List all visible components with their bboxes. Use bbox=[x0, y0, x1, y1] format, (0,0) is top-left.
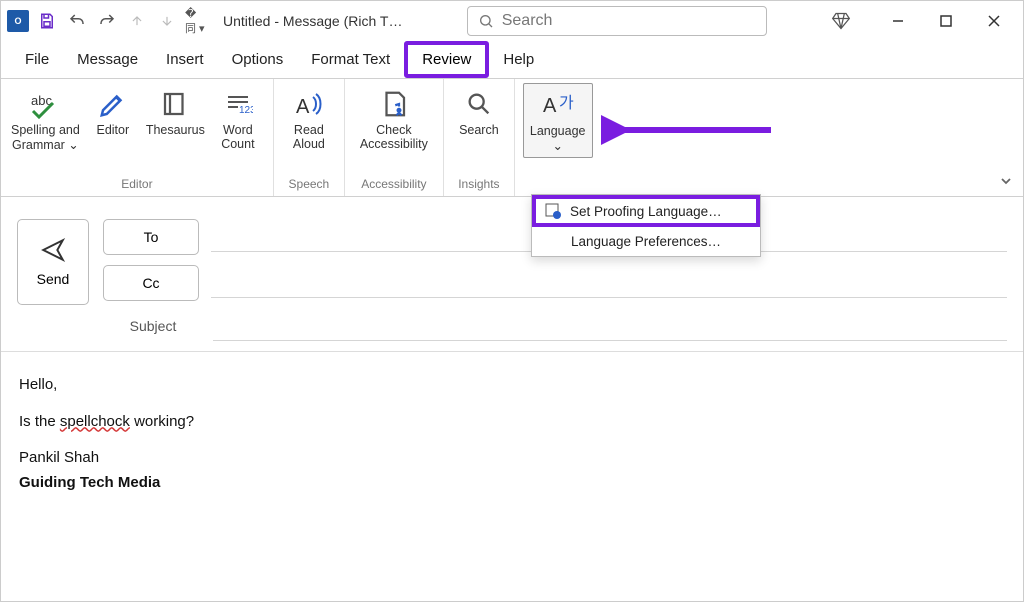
ribbon-group-language: A가 Language ⌄ bbox=[515, 79, 601, 196]
subject-input[interactable] bbox=[213, 311, 1007, 341]
to-button[interactable]: To bbox=[103, 219, 199, 255]
subject-label: Subject bbox=[105, 318, 201, 334]
body-signature-name: Pankil Shah bbox=[19, 447, 1005, 470]
cc-line: Cc bbox=[103, 265, 1007, 301]
language-preferences-label: Language Preferences… bbox=[571, 234, 721, 249]
undo-icon[interactable] bbox=[65, 9, 89, 33]
down-arrow-icon[interactable] bbox=[155, 9, 179, 33]
spelling-grammar-button[interactable]: abc Spelling and Grammar ⌄ bbox=[9, 83, 82, 156]
read-aloud-button[interactable]: A Read Aloud bbox=[282, 83, 336, 155]
tab-format-text[interactable]: Format Text bbox=[297, 45, 404, 74]
thesaurus-button[interactable]: Thesaurus bbox=[144, 83, 207, 141]
body-line-2b: working? bbox=[130, 413, 194, 430]
body-line-2: Is the spellchock working? bbox=[19, 411, 1005, 434]
svg-text:123: 123 bbox=[239, 105, 253, 116]
review-ribbon: abc Spelling and Grammar ⌄ Editor Thesau… bbox=[1, 79, 1023, 197]
titlebar: O �同 ▾ Untitled - Message (Rich T… Searc… bbox=[1, 1, 1023, 41]
tab-file[interactable]: File bbox=[11, 45, 63, 74]
spelling-icon: abc bbox=[27, 87, 63, 121]
tab-review[interactable]: Review bbox=[404, 41, 489, 78]
collapse-ribbon-icon[interactable] bbox=[999, 174, 1013, 188]
svg-text:가: 가 bbox=[559, 94, 574, 112]
language-label: Language ⌄ bbox=[530, 124, 586, 153]
word-count-button[interactable]: 123 Word Count bbox=[211, 83, 265, 155]
maximize-button[interactable] bbox=[931, 6, 961, 36]
svg-text:A: A bbox=[543, 95, 557, 117]
search-box[interactable]: Search bbox=[467, 6, 767, 36]
subject-line: Subject bbox=[103, 311, 1007, 341]
search-placeholder: Search bbox=[502, 12, 553, 30]
send-label: Send bbox=[37, 271, 70, 287]
ribbon-group-accessibility-label: Accessibility bbox=[361, 175, 426, 194]
send-icon bbox=[40, 237, 66, 263]
ribbon-group-insights: Search Insights bbox=[444, 79, 515, 196]
word-count-icon: 123 bbox=[223, 87, 253, 121]
tab-options[interactable]: Options bbox=[218, 45, 298, 74]
redo-icon[interactable] bbox=[95, 9, 119, 33]
check-accessibility-label: Check Accessibility bbox=[360, 123, 428, 151]
premium-diamond-icon[interactable] bbox=[831, 11, 851, 31]
ribbon-group-accessibility: Check Accessibility Accessibility bbox=[345, 79, 444, 196]
svg-text:A: A bbox=[296, 96, 310, 118]
window-title: Untitled - Message (Rich T… bbox=[223, 13, 402, 29]
up-arrow-icon[interactable] bbox=[125, 9, 149, 33]
read-aloud-label: Read Aloud bbox=[293, 123, 325, 151]
editor-icon bbox=[98, 87, 128, 121]
ribbon-group-editor-label: Editor bbox=[121, 175, 152, 194]
ribbon-group-language-label bbox=[556, 175, 559, 194]
search-button[interactable]: Search bbox=[452, 83, 506, 141]
thesaurus-icon bbox=[160, 87, 190, 121]
body-line-2a: Is the bbox=[19, 413, 60, 430]
save-icon[interactable] bbox=[35, 9, 59, 33]
ribbon-group-editor: abc Spelling and Grammar ⌄ Editor Thesau… bbox=[1, 79, 274, 196]
language-icon: A가 bbox=[541, 88, 575, 122]
spelling-grammar-label: Spelling and Grammar ⌄ bbox=[11, 123, 80, 152]
ribbon-group-speech-label: Speech bbox=[289, 175, 330, 194]
ribbon-group-speech: A Read Aloud Speech bbox=[274, 79, 345, 196]
cc-button[interactable]: Cc bbox=[103, 265, 199, 301]
search-ribbon-label: Search bbox=[459, 123, 499, 137]
editor-label: Editor bbox=[96, 123, 129, 137]
send-button[interactable]: Send bbox=[17, 219, 89, 305]
window-controls bbox=[883, 6, 1009, 36]
language-button[interactable]: A가 Language ⌄ bbox=[523, 83, 593, 158]
set-proofing-language-item[interactable]: Set Proofing Language… bbox=[532, 195, 760, 227]
qa-customize-icon[interactable]: �同 ▾ bbox=[185, 9, 209, 33]
set-proofing-language-label: Set Proofing Language… bbox=[570, 204, 722, 219]
language-preferences-item[interactable]: Language Preferences… bbox=[532, 227, 760, 256]
tab-help[interactable]: Help bbox=[489, 45, 548, 74]
word-count-label: Word Count bbox=[221, 123, 254, 151]
search-ribbon-icon bbox=[465, 87, 493, 121]
ribbon-tabs: File Message Insert Options Format Text … bbox=[1, 41, 1023, 79]
accessibility-icon bbox=[379, 87, 409, 121]
search-icon bbox=[478, 13, 494, 29]
check-accessibility-button[interactable]: Check Accessibility bbox=[353, 83, 435, 155]
outlook-app-icon: O bbox=[7, 10, 29, 32]
proofing-language-icon bbox=[544, 202, 562, 220]
thesaurus-label: Thesaurus bbox=[146, 123, 205, 137]
minimize-button[interactable] bbox=[883, 6, 913, 36]
editor-button[interactable]: Editor bbox=[86, 83, 140, 141]
compose-header: Send To Cc Subject bbox=[1, 197, 1023, 352]
mail-body[interactable]: Hello, Is the spellchock working? Pankil… bbox=[1, 352, 1023, 530]
spelling-error-word: spellchock bbox=[60, 413, 130, 430]
read-aloud-icon: A bbox=[293, 87, 325, 121]
body-line-1: Hello, bbox=[19, 374, 1005, 397]
body-signature-company: Guiding Tech Media bbox=[19, 472, 1005, 495]
tab-message[interactable]: Message bbox=[63, 45, 152, 74]
svg-text:O: O bbox=[14, 16, 21, 26]
tab-insert[interactable]: Insert bbox=[152, 45, 218, 74]
close-button[interactable] bbox=[979, 6, 1009, 36]
language-dropdown: Set Proofing Language… Language Preferen… bbox=[531, 194, 761, 257]
ribbon-group-insights-label: Insights bbox=[458, 175, 499, 194]
cc-input[interactable] bbox=[211, 268, 1007, 298]
